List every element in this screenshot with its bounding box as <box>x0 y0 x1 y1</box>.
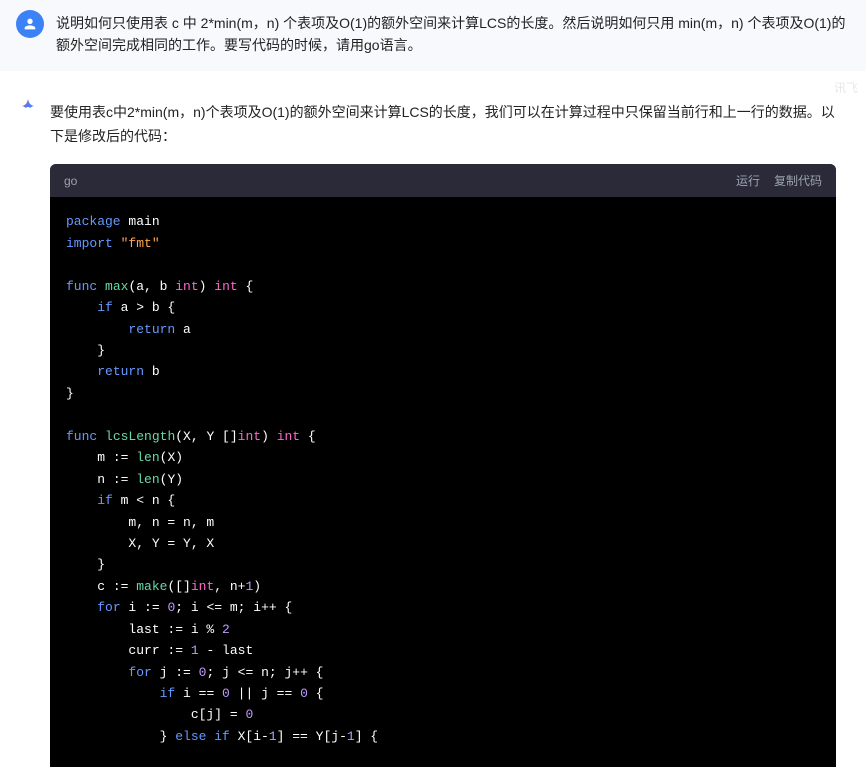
bot-avatar <box>14 95 42 123</box>
copy-button[interactable]: 复制代码 <box>774 172 822 189</box>
code-content[interactable]: package main import "fmt" func max(a, b … <box>50 197 836 767</box>
person-icon <box>22 16 38 32</box>
code-block: go 运行 复制代码 package main import "fmt" fun… <box>50 164 836 767</box>
question-text: 说明如何只使用表 c 中 2*min(m，n) 个表项及O(1)的额外空间来计算… <box>56 10 850 57</box>
answer-text: 要使用表c中2*min(m，n)个表项及O(1)的额外空间来计算LCS的长度，我… <box>50 101 836 149</box>
code-actions: 运行 复制代码 <box>736 172 822 189</box>
watermark: 讯飞 <box>834 79 858 96</box>
code-lang-label: go <box>64 174 77 188</box>
question-row: 说明如何只使用表 c 中 2*min(m，n) 个表项及O(1)的额外空间来计算… <box>0 0 866 67</box>
answer-body: 要使用表c中2*min(m，n)个表项及O(1)的额外空间来计算LCS的长度，我… <box>0 71 866 767</box>
answer-section: 讯飞 要使用表c中2*min(m，n)个表项及O(1)的额外空间来计算LCS的长… <box>0 71 866 767</box>
run-button[interactable]: 运行 <box>736 172 760 189</box>
user-avatar <box>16 10 44 38</box>
spark-icon <box>16 97 40 121</box>
code-header: go 运行 复制代码 <box>50 164 836 197</box>
